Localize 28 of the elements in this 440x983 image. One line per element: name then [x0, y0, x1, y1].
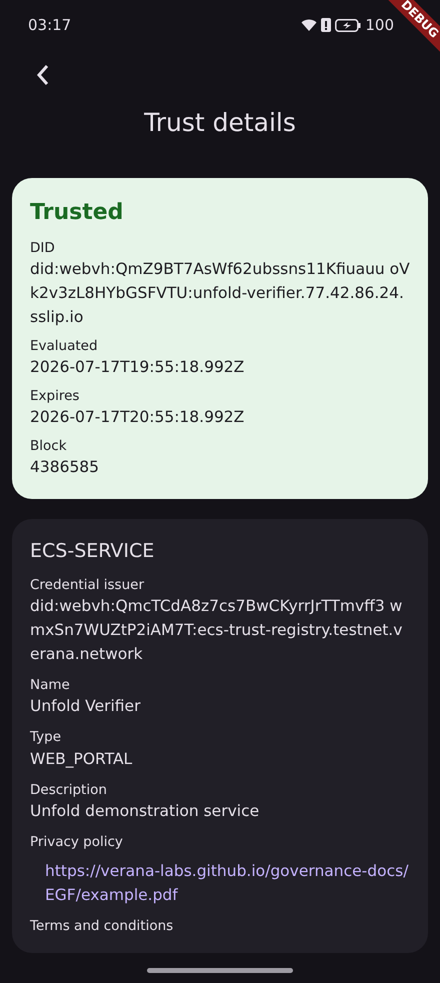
field-label: Privacy policy: [30, 832, 124, 852]
battery-percent: 100: [365, 14, 394, 36]
field-value: 2026-07-17T20:55:18.992Z: [30, 407, 246, 428]
service-title: ECS-SERVICE: [30, 539, 156, 564]
field-value: WEB_PORTAL: [30, 748, 134, 770]
field-value: did:webvh:QmZ9BT7AsWf62ubssns11Kfiuauu oVk2v3zL8HYbGSFVTU:unfold-verifier.77.42.86.24.sslip.io: [30, 258, 410, 328]
field-label: Description: [30, 780, 108, 799]
wifi-icon: [301, 18, 318, 32]
field-label: Type: [30, 728, 62, 747]
trust-status: Trusted: [30, 198, 124, 226]
policy-link[interactable]: https://verana-labs.github.io/governance-docs/EGF/example.pdf: [30, 851, 410, 908]
field-label: Terms and conditions: [30, 917, 174, 936]
field-label: Name: [30, 676, 71, 694]
field-value: did:webvh:QmcTCdA8z7cs7BwCKyrrJrTTmvff3 wmxSn7WUZtP2iAM7T:ecs-trust-registry.testnet.verana.network: [30, 596, 404, 666]
field-value: Unfold demonstration service: [30, 800, 260, 822]
field-value: 4386585: [30, 457, 100, 478]
field-label: Credential issuer: [30, 576, 146, 594]
clock-time: 03:17: [28, 14, 72, 36]
alert-icon: [321, 18, 332, 32]
page-title: Trust details: [143, 107, 297, 139]
field-label: Block: [30, 437, 68, 456]
field-value: 2026-07-17T19:55:18.992Z: [30, 356, 246, 378]
battery-icon: [335, 18, 362, 32]
field-value: Unfold Verifier: [30, 696, 142, 718]
back-icon: [36, 64, 50, 86]
field-label: Expires: [30, 387, 80, 406]
field-label: DID: [30, 238, 56, 257]
field-label: Evaluated: [30, 336, 99, 355]
